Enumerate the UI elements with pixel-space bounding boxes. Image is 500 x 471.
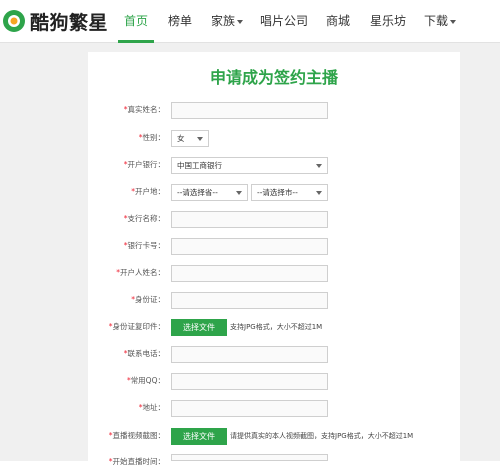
logo[interactable]: 酷狗繁星 [2, 6, 108, 36]
start-time-input[interactable] [171, 454, 328, 461]
province-select[interactable]: --请选择省-- [171, 184, 248, 201]
video-hint: 请提供真实的本人视频截图，支持JPG格式，大小不超过1M [230, 432, 414, 440]
required-marker: * [123, 349, 128, 358]
nav-charts[interactable]: 榜单 [168, 0, 192, 42]
real-name-input[interactable] [171, 102, 328, 119]
chevron-down-icon [316, 191, 322, 195]
logo-icon [3, 10, 25, 32]
chevron-down-icon [237, 19, 244, 24]
account-name-input[interactable] [171, 265, 328, 282]
id-copy-upload-button[interactable]: 选择文件 [171, 319, 227, 336]
nav-family-label: 家族 [211, 14, 236, 28]
required-marker: * [108, 431, 113, 440]
nav-mall[interactable]: 商城 [326, 0, 350, 42]
chevron-down-icon [197, 137, 203, 141]
top-nav: 酷狗繁星 首页 榜单 家族 唱片公司 商城 星乐坊 下载 [0, 0, 500, 43]
phone-input[interactable] [171, 346, 328, 363]
bank-select[interactable]: 中国工商银行 [171, 157, 328, 174]
label-start-time: *开始直播时间： [108, 457, 165, 466]
id-copy-hint: 支持JPG格式，大小不超过1M [230, 323, 323, 331]
label-branch: *支行名称： [123, 214, 165, 223]
required-marker: * [123, 214, 128, 223]
label-address: *地址： [138, 403, 165, 412]
id-card-input[interactable] [171, 292, 328, 309]
branch-input[interactable] [171, 211, 328, 228]
label-phone: *联系电话： [123, 349, 165, 358]
nav-download-label: 下载 [424, 14, 449, 28]
required-marker: * [131, 187, 135, 196]
form-title: 申请成为签约主播 [209, 68, 338, 87]
required-marker: * [138, 133, 143, 142]
chevron-down-icon [450, 19, 457, 24]
required-marker: * [123, 105, 128, 114]
qq-input[interactable] [171, 373, 328, 390]
logo-text: 酷狗繁星 [30, 11, 109, 34]
card-number-input[interactable] [171, 238, 328, 255]
nav-download[interactable]: 下载 [424, 0, 457, 42]
gender-value: 女 [177, 134, 185, 143]
gender-select[interactable]: 女 [171, 130, 209, 147]
bank-value: 中国工商银行 [177, 161, 222, 170]
address-input[interactable] [171, 400, 328, 417]
label-bank: *开户银行： [123, 160, 165, 169]
label-qq: *常用QQ： [126, 376, 165, 385]
nav-music-square[interactable]: 星乐坊 [370, 0, 406, 42]
nav-home[interactable]: 首页 [124, 0, 148, 42]
nav-record-label[interactable]: 唱片公司 [260, 0, 308, 42]
label-real-name: *真实姓名： [123, 105, 165, 114]
required-marker: * [123, 241, 128, 250]
required-marker: * [108, 322, 113, 331]
label-id-card: *身份证： [131, 295, 165, 304]
province-placeholder: --请选择省-- [177, 188, 218, 197]
required-marker: * [123, 160, 128, 169]
city-select[interactable]: --请选择市-- [251, 184, 328, 201]
required-marker: * [138, 403, 143, 412]
nav-family[interactable]: 家族 [211, 0, 244, 42]
label-id-copy: *身份证复印件： [108, 322, 165, 331]
label-video-screenshot: *直播视频截图： [108, 431, 165, 440]
required-marker: * [126, 376, 131, 385]
chevron-down-icon [316, 164, 322, 168]
video-upload-button[interactable]: 选择文件 [171, 428, 227, 445]
label-bank-location: *开户地： [131, 187, 165, 196]
required-marker: * [131, 295, 135, 304]
label-gender: *性别： [138, 133, 165, 142]
required-marker: * [108, 457, 113, 466]
chevron-down-icon [236, 191, 242, 195]
label-account-name: *开户人姓名： [116, 268, 165, 277]
city-placeholder: --请选择市-- [257, 188, 298, 197]
required-marker: * [116, 268, 120, 277]
label-card-number: *银行卡号： [123, 241, 165, 250]
